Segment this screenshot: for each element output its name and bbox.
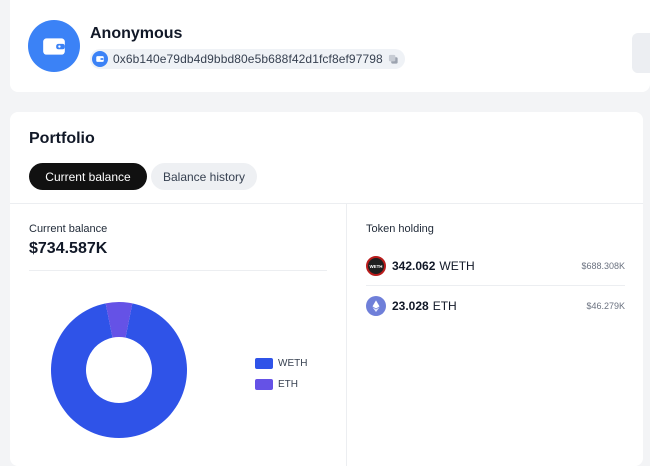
allocation-donut-chart	[51, 302, 187, 438]
section-divider	[10, 203, 643, 204]
column-divider	[346, 204, 347, 466]
token-divider	[366, 285, 625, 286]
portfolio-title: Portfolio	[29, 130, 95, 147]
tab-current-balance[interactable]: Current balance	[29, 163, 147, 190]
legend-swatch	[255, 379, 273, 390]
wallet-avatar	[28, 20, 80, 72]
header-action-button[interactable]	[632, 33, 650, 73]
chart-legend: WETH ETH	[255, 353, 307, 395]
legend-item-eth: ETH	[255, 374, 307, 395]
eth-icon	[366, 296, 386, 316]
legend-swatch	[255, 358, 273, 369]
balance-value: $734.587K	[29, 240, 108, 257]
token-symbol: WETH	[439, 259, 475, 273]
token-row-eth[interactable]: 23.028 ETH $46.279K	[366, 295, 625, 317]
token-holding-title: Token holding	[366, 223, 434, 235]
balance-label: Current balance	[29, 223, 108, 235]
legend-label: WETH	[278, 358, 308, 369]
legend-label: ETH	[278, 379, 298, 390]
weth-icon-text: WETH	[370, 264, 383, 269]
balance-divider	[29, 270, 327, 271]
token-amount: 23.028	[392, 299, 429, 313]
token-usd-value: $46.279K	[586, 301, 625, 311]
token-row-weth[interactable]: WETH 342.062 WETH $688.308K	[366, 255, 625, 277]
token-amount: 342.062	[392, 259, 436, 273]
weth-icon: WETH	[366, 256, 386, 276]
token-usd-value: $688.308K	[581, 261, 625, 271]
account-header: Anonymous 0x6b140e79db4d9bbd80e5b688f42d…	[10, 0, 650, 92]
account-name: Anonymous	[90, 25, 183, 42]
copy-icon[interactable]	[388, 54, 399, 65]
legend-item-weth: WETH	[255, 353, 307, 374]
token-symbol: ETH	[432, 299, 457, 313]
wallet-icon	[43, 38, 65, 55]
wallet-address: 0x6b140e79db4d9bbd80e5b688f42d1fcf8ef977…	[113, 52, 383, 66]
chain-icon	[92, 51, 108, 67]
tab-balance-history[interactable]: Balance history	[151, 163, 257, 190]
portfolio-card: Portfolio Current balance Balance histor…	[10, 112, 643, 466]
address-pill: 0x6b140e79db4d9bbd80e5b688f42d1fcf8ef977…	[90, 49, 405, 69]
